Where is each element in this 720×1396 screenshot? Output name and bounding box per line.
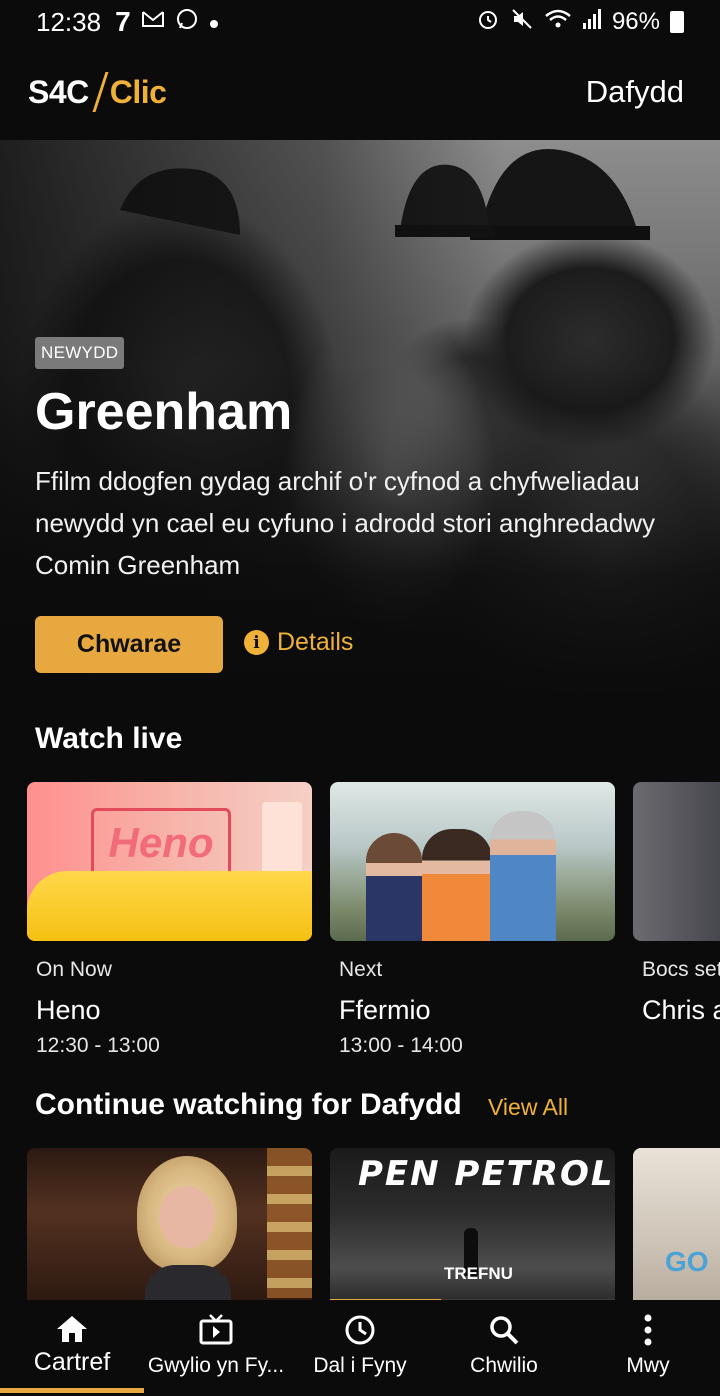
performer-face: [159, 1186, 215, 1248]
program-time: 12:30 - 13:00: [36, 1034, 160, 1057]
trefnu-art: TREFNU: [444, 1264, 513, 1283]
stage-lights: [267, 1148, 312, 1298]
nav-search[interactable]: Chwilio: [432, 1300, 576, 1396]
card-meta: Next Ffermio 13:00 - 14:00: [330, 955, 615, 1058]
nav-watch-on-tv[interactable]: Gwylio yn Fy...: [144, 1300, 288, 1396]
live-status: Next: [339, 958, 383, 981]
logo-divider: [92, 72, 109, 112]
signal-icon: [582, 8, 602, 37]
notification-icons: 7: [115, 6, 219, 38]
continue-card-pen-petrol[interactable]: PEN PETROL TREFNU: [330, 1148, 615, 1307]
card-meta: Bocs set Chris a: [633, 955, 720, 1026]
wifi-icon: [544, 8, 572, 37]
thumbnail: GO: [633, 1148, 720, 1307]
search-icon: [490, 1316, 519, 1345]
continue-card[interactable]: GO: [633, 1148, 720, 1307]
thumbnail: PEN PETROL TREFNU: [330, 1148, 615, 1307]
pen-petrol-title-art: PEN PETROL: [358, 1154, 615, 1194]
watch-live-title: Watch live: [35, 722, 183, 755]
nav-catch-up[interactable]: Dal i Fyny: [288, 1300, 432, 1396]
battery-icon: [670, 11, 684, 33]
thumbnail: [27, 1148, 312, 1307]
hero-title: Greenham: [35, 383, 293, 441]
system-icons: 96%: [476, 7, 684, 38]
presenter-figure: [422, 829, 492, 941]
program-title: Chris a: [642, 995, 720, 1025]
clock-icon: [345, 1315, 375, 1345]
alarm-icon: [476, 7, 500, 38]
s4c-clic-logo[interactable]: S4C Clic: [28, 72, 167, 112]
status-time: 12:38: [36, 6, 102, 37]
battery-percent: 96%: [611, 8, 660, 35]
presenter-figure: [366, 833, 422, 941]
bottom-navigation: Cartref Gwylio yn Fy... Dal i Fyny Chwil…: [0, 1300, 720, 1396]
gmail-icon: [141, 8, 165, 36]
status-bar: 12:38 7 96%: [0, 0, 720, 44]
hero-description: Ffilm ddogfen gydag archif o'r cyfnod a …: [35, 466, 656, 580]
yellow-sofa: [27, 871, 312, 941]
continue-watching-row: PEN PETROL TREFNU GO: [27, 1148, 720, 1307]
live-status: On Now: [36, 958, 112, 981]
details-link[interactable]: i Details: [244, 628, 353, 657]
continue-watching-title: Continue watching for Dafydd: [35, 1088, 462, 1121]
thumbnail: Heno: [27, 782, 312, 941]
heno-sign: Heno: [91, 808, 231, 878]
logo-clic: Clic: [109, 73, 167, 110]
app-header: S4C Clic Dafydd: [28, 60, 684, 124]
nav-label: Dal i Fyny: [313, 1354, 407, 1377]
logo-s4c: S4C: [28, 73, 89, 110]
whatsapp-icon: [175, 7, 199, 38]
live-status: Bocs set: [642, 958, 720, 981]
new-badge: NEWYDD: [35, 337, 125, 369]
live-card-ffermio[interactable]: Next Ffermio 13:00 - 14:00: [330, 782, 615, 1058]
more-icon: [644, 1314, 652, 1346]
thumbnail: [330, 782, 615, 941]
play-button[interactable]: Chwarae: [35, 616, 223, 673]
nav-label: Cartref: [33, 1348, 111, 1376]
mute-icon: [510, 7, 534, 38]
nav-label: Chwilio: [470, 1354, 538, 1377]
home-icon: [57, 1316, 87, 1342]
live-card-heno[interactable]: Heno On Now Heno 12:30 - 13:00: [27, 782, 312, 1058]
view-all-link[interactable]: View All: [488, 1094, 568, 1121]
program-title: Ffermio: [339, 995, 431, 1025]
dot-icon: [209, 8, 219, 36]
program-time: 13:00 - 14:00: [339, 1034, 463, 1057]
go-art: GO: [665, 1246, 709, 1277]
seven-icon: 7: [115, 6, 131, 37]
presenter-figure: [490, 811, 556, 941]
profile-name[interactable]: Dafydd: [586, 74, 684, 110]
nav-home[interactable]: Cartref: [0, 1300, 144, 1396]
watch-live-row: Heno On Now Heno 12:30 - 13:00 Next Ffer…: [27, 782, 720, 1058]
info-icon: i: [244, 630, 269, 655]
nav-label: Gwylio yn Fy...: [147, 1354, 285, 1377]
nav-label: Mwy: [626, 1354, 670, 1377]
continue-card[interactable]: [27, 1148, 312, 1307]
details-label: Details: [277, 628, 354, 656]
nav-more[interactable]: Mwy: [576, 1300, 720, 1396]
program-title: Heno: [36, 995, 101, 1025]
tv-icon: [199, 1314, 233, 1345]
live-card-bocs-set[interactable]: Bocs set Chris a: [633, 782, 720, 1058]
thumbnail: [633, 782, 720, 941]
card-meta: On Now Heno 12:30 - 13:00: [27, 955, 312, 1058]
